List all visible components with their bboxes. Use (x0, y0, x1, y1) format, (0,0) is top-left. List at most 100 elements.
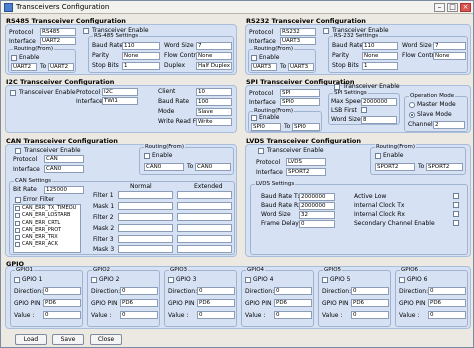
can-error-item[interactable]: CAN_ERR_TX_TIMEOU (14, 205, 80, 212)
rs485-routing-enable-checkbox[interactable] (11, 55, 17, 61)
can-error-checkbox[interactable] (15, 213, 20, 219)
rs485-routing-to-field[interactable]: UART2 (48, 63, 74, 71)
lvds-sec-channel-checkbox[interactable] (453, 220, 459, 226)
gpio-enable-checkbox[interactable] (322, 277, 328, 283)
rs232-stop-field[interactable]: 1 (362, 62, 398, 70)
gpio-pin-field[interactable]: PD6 (428, 299, 466, 307)
close-window-button[interactable]: × (460, 3, 471, 12)
can-interface-field[interactable]: CAN0 (44, 165, 84, 173)
can-filter2-normal-field[interactable] (118, 213, 173, 221)
rs485-baud-field[interactable]: 110 (122, 42, 160, 50)
spi-routing-from-field[interactable]: SPI0 (251, 123, 281, 131)
can-enable-checkbox[interactable] (15, 148, 21, 154)
gpio-value-field[interactable]: 0 (120, 311, 158, 319)
can-routing-enable-checkbox[interactable] (144, 153, 150, 159)
can-error-checkbox[interactable] (15, 242, 20, 248)
gpio-direction-field[interactable]: 0 (351, 287, 389, 295)
rs485-duplex-field[interactable]: Half Duplex (196, 62, 232, 70)
lvds-routing-from-field[interactable]: SPORT2 (375, 163, 415, 171)
can-error-filter-checkbox[interactable] (15, 197, 21, 203)
gpio-enable-checkbox[interactable] (14, 277, 20, 283)
can-error-item[interactable]: CAN_ERR_TRX (14, 234, 80, 241)
gpio-value-field[interactable]: 0 (274, 311, 312, 319)
can-error-checkbox[interactable] (15, 227, 20, 233)
can-filter1-normal-field[interactable] (118, 191, 173, 199)
can-filter1-extended-field[interactable] (177, 191, 232, 199)
lvds-word-field[interactable]: 32 (299, 211, 335, 219)
spi-channel-field[interactable]: 2 (433, 121, 465, 129)
can-mask3-normal-field[interactable] (118, 245, 173, 253)
rs485-enable-checkbox[interactable] (83, 28, 89, 34)
lvds-int-tx-checkbox[interactable] (453, 202, 459, 208)
i2c-interface-field[interactable]: TWI1 (102, 97, 138, 105)
gpio-direction-field[interactable]: 0 (274, 287, 312, 295)
lvds-baud-rx-field[interactable]: 2000000 (299, 202, 335, 210)
close-button[interactable]: Close (90, 334, 122, 345)
lvds-routing-enable-checkbox[interactable] (375, 153, 381, 159)
rs485-interface-field[interactable]: UART2 (40, 37, 76, 45)
lvds-baud-tx-field[interactable]: 2000000 (299, 193, 335, 201)
can-mask1-extended-field[interactable] (177, 202, 232, 210)
can-mask3-extended-field[interactable] (177, 245, 232, 253)
rs232-routing-enable-checkbox[interactable] (251, 55, 257, 61)
rs232-enable-checkbox[interactable] (323, 28, 329, 34)
gpio-pin-field[interactable]: PD6 (197, 299, 235, 307)
rs232-flow-field[interactable]: None (433, 52, 466, 60)
can-filter2-extended-field[interactable] (177, 213, 232, 221)
gpio-pin-field[interactable]: PD6 (351, 299, 389, 307)
spi-slave-radio[interactable] (409, 112, 415, 118)
spi-interface-field[interactable]: SPI0 (280, 98, 320, 106)
lvds-protocol-field[interactable]: LVDS (286, 158, 326, 166)
i2c-enable-checkbox[interactable] (10, 90, 16, 96)
can-error-item[interactable]: CAN_ERR_ACK (14, 241, 80, 248)
gpio-value-field[interactable]: 0 (351, 311, 389, 319)
can-routing-to-field[interactable]: CAN0 (195, 163, 231, 171)
gpio-enable-checkbox[interactable] (399, 277, 405, 283)
rs232-baud-field[interactable]: 110 (362, 42, 398, 50)
gpio-value-field[interactable]: 0 (43, 311, 81, 319)
i2c-wrf-field[interactable]: Write (196, 118, 232, 126)
lvds-enable-checkbox[interactable] (258, 148, 264, 154)
can-error-item[interactable]: CAN_ERR_PROT (14, 227, 80, 234)
gpio-direction-field[interactable]: 0 (428, 287, 466, 295)
gpio-enable-checkbox[interactable] (245, 277, 251, 283)
lvds-routing-to-field[interactable]: SPORT2 (426, 163, 463, 171)
spi-master-radio[interactable] (409, 102, 415, 108)
gpio-pin-field[interactable]: PD6 (274, 299, 312, 307)
can-filter3-normal-field[interactable] (118, 235, 173, 243)
rs485-routing-from-field[interactable]: UART2 (11, 63, 37, 71)
rs232-parity-field[interactable]: None (362, 52, 398, 60)
lvds-frame-field[interactable]: 0 (299, 220, 335, 228)
i2c-client-field[interactable]: 10 (196, 88, 232, 96)
gpio-pin-field[interactable]: PD6 (120, 299, 158, 307)
maximize-button[interactable]: □ (447, 3, 458, 12)
rs232-protocol-field[interactable]: RS232 (280, 28, 316, 36)
spi-routing-to-field[interactable]: SPI0 (292, 123, 320, 131)
spi-lsb-checkbox[interactable] (361, 107, 367, 113)
rs485-protocol-field[interactable]: RS485 (40, 28, 76, 36)
rs485-parity-field[interactable]: None (122, 52, 160, 60)
i2c-baud-field[interactable]: 100 (196, 98, 232, 106)
gpio-direction-field[interactable]: 0 (43, 287, 81, 295)
gpio-direction-field[interactable]: 0 (197, 287, 235, 295)
gpio-enable-checkbox[interactable] (168, 277, 174, 283)
spi-routing-enable-checkbox[interactable] (251, 115, 257, 121)
lvds-interface-field[interactable]: SPORT2 (286, 168, 326, 176)
can-filter3-extended-field[interactable] (177, 235, 232, 243)
spi-word-field[interactable]: 8 (361, 116, 397, 124)
lvds-active-low-checkbox[interactable] (453, 193, 459, 199)
can-mask1-normal-field[interactable] (118, 202, 173, 210)
rs485-stop-field[interactable]: 1 (122, 62, 160, 70)
gpio-enable-checkbox[interactable] (91, 277, 97, 283)
gpio-value-field[interactable]: 0 (428, 311, 466, 319)
can-routing-from-field[interactable]: CAN0 (144, 163, 184, 171)
can-error-checkbox[interactable] (15, 206, 20, 211)
spi-speed-field[interactable]: 2000000 (361, 98, 397, 106)
save-button[interactable]: Save (52, 334, 84, 345)
rs232-routing-from-field[interactable]: UART3 (251, 63, 277, 71)
can-protocol-field[interactable]: CAN (44, 155, 84, 163)
can-error-list[interactable]: CAN_ERR_TX_TIMEOU CAN_ERR_LOSTARB CAN_ER… (13, 204, 81, 253)
can-mask2-normal-field[interactable] (118, 224, 173, 232)
rs485-word-field[interactable]: 7 (196, 42, 232, 50)
rs232-word-field[interactable]: 7 (433, 42, 466, 50)
